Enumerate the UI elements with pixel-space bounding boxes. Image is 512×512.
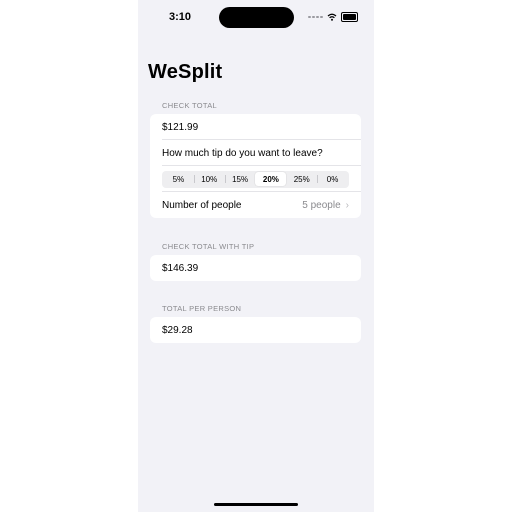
- tip-segmented-control: 5% 10% 15% 20% 25% 0%: [162, 170, 349, 188]
- check-amount-value: $121.99: [162, 121, 199, 133]
- number-of-people-picker[interactable]: Number of people 5 people ›: [150, 192, 361, 218]
- tip-option-10[interactable]: 10%: [193, 172, 225, 186]
- per-person-value: $29.28: [162, 324, 193, 336]
- status-icons: [308, 12, 358, 22]
- tip-option-20[interactable]: 20%: [255, 172, 287, 186]
- tip-prompt-row: How much tip do you want to leave?: [150, 140, 361, 166]
- battery-icon: [340, 12, 358, 22]
- tip-option-15[interactable]: 15%: [224, 172, 256, 186]
- tip-prompt-label: How much tip do you want to leave?: [162, 147, 323, 159]
- total-with-tip-card: $146.39: [150, 255, 361, 281]
- people-value-group: 5 people ›: [302, 200, 349, 211]
- tip-option-25[interactable]: 25%: [286, 172, 317, 186]
- total-with-tip-header: CHECK TOTAL WITH TIP: [162, 242, 255, 251]
- status-time: 3:10: [169, 11, 192, 23]
- check-amount-field[interactable]: $121.99: [150, 114, 361, 140]
- tip-picker-row: 5% 10% 15% 20% 25% 0%: [150, 166, 361, 192]
- cellular-dots-icon: [308, 15, 323, 19]
- phone-screen: 3:10 WeSplit CHECK TOTAL $121.99 How muc…: [138, 0, 374, 512]
- check-total-header: CHECK TOTAL: [162, 101, 217, 110]
- per-person-header: TOTAL PER PERSON: [162, 304, 242, 313]
- tip-option-5[interactable]: 5%: [163, 172, 194, 186]
- per-person-card: $29.28: [150, 317, 361, 343]
- total-with-tip-row: $146.39: [150, 255, 361, 281]
- dynamic-island: [219, 7, 294, 28]
- people-value: 5 people: [302, 199, 341, 211]
- wifi-icon: [327, 13, 336, 21]
- home-indicator[interactable]: [214, 503, 298, 506]
- chevron-right-icon: ›: [345, 199, 349, 211]
- total-with-tip-value: $146.39: [162, 262, 199, 274]
- check-card: $121.99 How much tip do you want to leav…: [150, 114, 361, 218]
- tip-option-0[interactable]: 0%: [317, 172, 348, 186]
- per-person-row: $29.28: [150, 317, 361, 343]
- page-title: WeSplit: [148, 61, 223, 83]
- people-label: Number of people: [162, 199, 242, 211]
